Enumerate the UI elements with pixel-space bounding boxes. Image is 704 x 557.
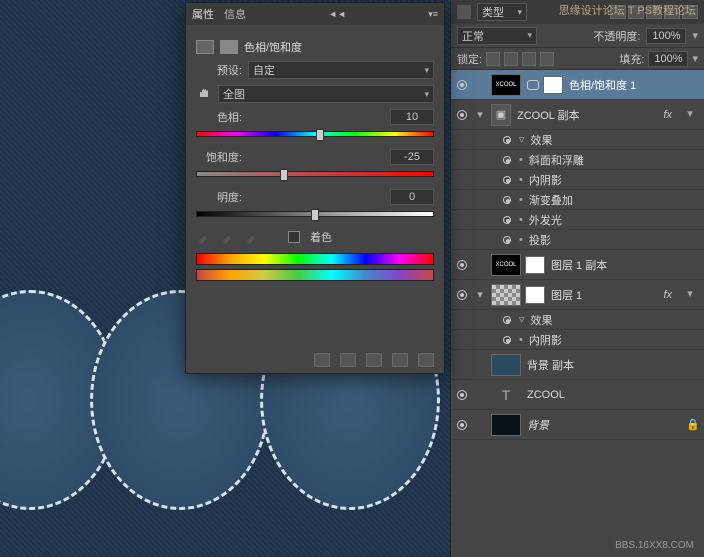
- layer-list: XCOOL色相/饱和度 1▾▣ZCOOL 副本fx▾▿效果•斜面和浮雕•内阴影•…: [451, 70, 704, 557]
- panel-menu-icon[interactable]: ▾≡: [428, 9, 438, 20]
- lock-pixels-icon[interactable]: [504, 52, 518, 66]
- layer-effect-item[interactable]: ▿效果: [451, 310, 704, 330]
- tab-info[interactable]: 信息: [224, 6, 246, 22]
- layer-row[interactable]: ▾▣ZCOOL 副本fx▾: [451, 100, 704, 130]
- visibility-toggle[interactable]: [455, 258, 469, 272]
- visibility-toggle[interactable]: [455, 358, 469, 372]
- fill-label: 填充:: [619, 51, 644, 67]
- panel-collapse-icon[interactable]: ◄◄: [328, 9, 346, 19]
- layer-mask-thumb[interactable]: [543, 76, 563, 94]
- layer-effect-item[interactable]: •内阴影: [451, 170, 704, 190]
- opacity-input[interactable]: 100%: [646, 28, 686, 44]
- fx-badge[interactable]: fx: [663, 109, 672, 121]
- tab-properties[interactable]: 属性: [192, 6, 214, 22]
- hue-slider[interactable]: [196, 131, 434, 141]
- visibility-toggle[interactable]: [501, 134, 513, 146]
- layer-mask-thumb[interactable]: [525, 286, 545, 304]
- lock-position-icon[interactable]: [522, 52, 536, 66]
- lock-transparent-icon[interactable]: [486, 52, 500, 66]
- blend-mode-select[interactable]: 正常: [457, 27, 537, 45]
- visibility-toggle[interactable]: [455, 108, 469, 122]
- eyedropper-sub-icon[interactable]: [244, 230, 258, 244]
- visibility-toggle[interactable]: [501, 154, 513, 166]
- clip-to-layer-icon[interactable]: [314, 353, 330, 367]
- range-select[interactable]: 全图: [218, 85, 434, 103]
- chevron-down-icon[interactable]: ▾: [692, 29, 698, 42]
- visibility-toggle[interactable]: [501, 234, 513, 246]
- layer-mask-thumb[interactable]: [525, 256, 545, 274]
- colorize-label: 着色: [310, 229, 332, 245]
- visibility-toggle[interactable]: [501, 334, 513, 346]
- chevron-down-icon[interactable]: ▾: [680, 287, 700, 303]
- chevron-down-icon[interactable]: ▾: [680, 107, 700, 123]
- hue-label: 色相:: [196, 109, 242, 125]
- fx-badge[interactable]: fx: [663, 289, 672, 301]
- reset-icon[interactable]: [366, 353, 382, 367]
- layer-effect-item[interactable]: •外发光: [451, 210, 704, 230]
- layer-effect-item[interactable]: •斜面和浮雕: [451, 150, 704, 170]
- colorize-checkbox[interactable]: [288, 231, 300, 243]
- layer-row[interactable]: 背景🔒: [451, 410, 704, 440]
- layer-effect-item[interactable]: ▿效果: [451, 130, 704, 150]
- watermark-url: BBS.16XX8.COM: [615, 540, 694, 551]
- mask-icon[interactable]: [220, 40, 238, 54]
- layer-row[interactable]: ▾图层 1fx▾: [451, 280, 704, 310]
- preset-label: 预设:: [196, 62, 242, 78]
- color-range-bars: [196, 253, 434, 281]
- hand-tool-icon[interactable]: [196, 86, 212, 102]
- saturation-slider[interactable]: [196, 171, 434, 181]
- opacity-label: 不透明度:: [593, 28, 640, 44]
- fill-input[interactable]: 100%: [648, 51, 688, 67]
- visibility-toggle[interactable]: [501, 174, 513, 186]
- saturation-input[interactable]: -25: [390, 149, 434, 165]
- layers-panel: 类型 正常 不透明度: 100% ▾ 锁定: 填充: 100% ▾ XCOOL色…: [450, 0, 704, 557]
- panel-tabs: 属性 信息 ◄◄ ▾≡: [186, 3, 444, 25]
- layer-row[interactable]: XCOOL色相/饱和度 1: [451, 70, 704, 100]
- visibility-toggle[interactable]: [501, 194, 513, 206]
- saturation-label: 饱和度:: [196, 149, 242, 165]
- toggle-visibility-icon[interactable]: [392, 353, 408, 367]
- filter-kind-select[interactable]: 类型: [477, 3, 527, 21]
- adjustment-icon: [196, 40, 214, 54]
- adjustment-title: 色相/饱和度: [244, 39, 302, 55]
- layer-effect-item[interactable]: •内阴影: [451, 330, 704, 350]
- visibility-toggle[interactable]: [501, 214, 513, 226]
- lock-label: 锁定:: [457, 51, 482, 67]
- layer-effect-item[interactable]: •渐变叠加: [451, 190, 704, 210]
- delete-icon[interactable]: [418, 353, 434, 367]
- eyedropper-add-icon[interactable]: [220, 230, 234, 244]
- visibility-toggle[interactable]: [455, 78, 469, 92]
- lightness-slider[interactable]: [196, 211, 434, 221]
- eyedropper-icon[interactable]: [196, 230, 210, 244]
- lightness-label: 明度:: [196, 189, 242, 205]
- lock-all-icon[interactable]: [540, 52, 554, 66]
- hue-input[interactable]: 10: [390, 109, 434, 125]
- properties-panel: 属性 信息 ◄◄ ▾≡ 色相/饱和度 预设: 自定 全图 色相: 10 饱和度:…: [185, 2, 445, 374]
- lightness-input[interactable]: 0: [390, 189, 434, 205]
- watermark-text: 思缘设计论坛 T PS教程论坛: [559, 2, 696, 18]
- visibility-toggle[interactable]: [501, 314, 513, 326]
- lock-icon: 🔒: [686, 418, 700, 431]
- chevron-down-icon[interactable]: ▾: [692, 52, 698, 65]
- visibility-toggle[interactable]: [455, 418, 469, 432]
- visibility-toggle[interactable]: [455, 388, 469, 402]
- view-previous-icon[interactable]: [340, 353, 356, 367]
- preset-select[interactable]: 自定: [248, 61, 434, 79]
- filter-kind-icon[interactable]: [457, 5, 471, 19]
- layer-row[interactable]: XCOOL图层 1 副本: [451, 250, 704, 280]
- layer-row[interactable]: TZCOOL: [451, 380, 704, 410]
- layer-row[interactable]: 背景 副本: [451, 350, 704, 380]
- layer-effect-item[interactable]: •投影: [451, 230, 704, 250]
- visibility-toggle[interactable]: [455, 288, 469, 302]
- link-icon: [527, 80, 539, 90]
